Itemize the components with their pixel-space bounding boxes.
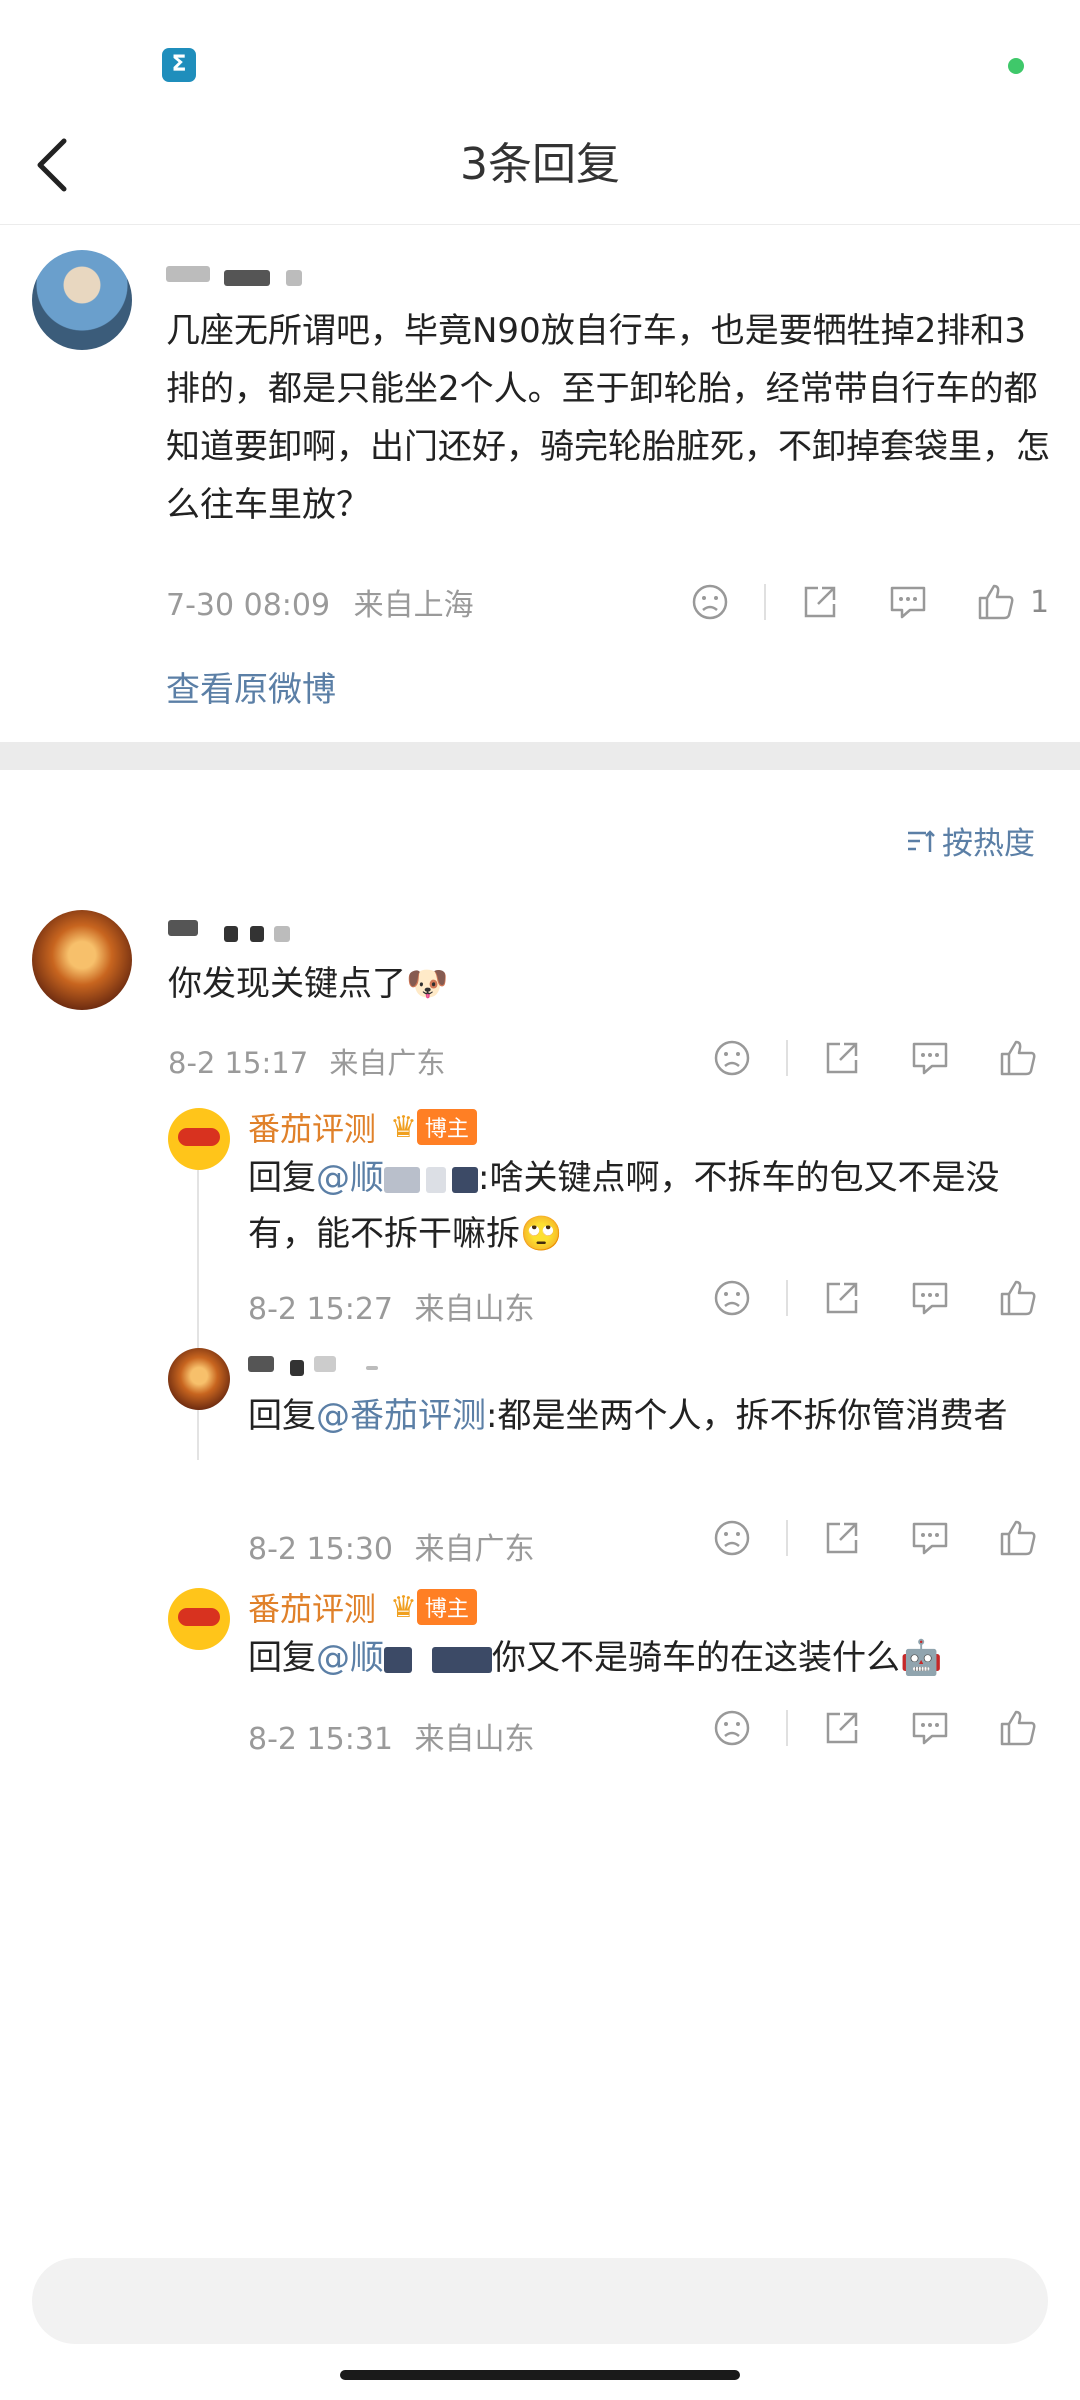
username[interactable] [166,262,306,288]
reply-text: 回复@顺 你又不是骑车的在这装什么🤖 [248,1638,943,1678]
dislike-icon[interactable] [712,1518,752,1558]
share-icon[interactable] [822,1708,862,1748]
reply-actions [712,1708,1038,1748]
like-icon[interactable] [998,1708,1038,1748]
comment-text: 你发现关键点了🐶 [168,964,449,1004]
like-icon[interactable] [998,1038,1038,1078]
reply-meta: 8-2 15:30 来自广东 [248,1532,535,1567]
crown-icon: ♛ [390,1109,417,1145]
comment-time: 8-2 15:17 [168,1046,309,1080]
status-dot [1008,58,1024,74]
separator [764,584,766,620]
comment-icon[interactable] [910,1518,950,1558]
avatar[interactable] [32,250,132,350]
share-icon[interactable] [822,1518,862,1558]
app-icon: Σ [162,48,196,82]
crown-icon: ♛ [390,1589,417,1625]
post-time: 7-30 08:09 [166,588,331,623]
like-icon[interactable] [998,1278,1038,1318]
divider [0,224,1080,225]
comment-icon[interactable] [910,1038,950,1078]
mention-link[interactable]: @顺 [316,1158,384,1198]
post-meta: 7-30 08:09 来自上海 [166,580,474,624]
emoji: 🙄 [520,1214,563,1254]
section-divider [0,742,1080,770]
doge-emoji: 🐶 [406,964,449,1004]
sort-icon [908,829,935,852]
reply-author[interactable]: 番茄评测 ♛ 博主 [248,1104,477,1150]
comment-icon[interactable] [888,582,928,622]
separator [786,1710,788,1746]
share-icon[interactable] [822,1278,862,1318]
post-actions: 1 [690,582,1049,622]
reply-actions [712,1278,1038,1318]
sort-toggle[interactable]: 按热度 [906,818,1035,863]
reply-meta: 8-2 15:27 来自山东 [248,1292,535,1327]
thread-line [197,1170,199,1460]
reply-author[interactable]: 番茄评测 ♛ 博主 [248,1584,477,1630]
redacted-name [426,1166,446,1193]
emoji: 🤖 [900,1638,943,1678]
separator [786,1280,788,1316]
blogger-badge: 博主 [416,1589,477,1625]
avatar[interactable] [168,1108,230,1170]
author-name: 番茄评测 [248,1590,377,1628]
redacted-name [432,1646,492,1673]
view-original-link[interactable]: 查看原微博 [166,662,336,711]
avatar[interactable] [168,1348,230,1410]
like-icon[interactable] [998,1518,1038,1558]
reply-text: 回复@番茄评测:都是坐两个人，拆不拆你管消费者 [248,1396,1008,1436]
home-indicator[interactable] [340,2370,740,2380]
dislike-icon[interactable] [712,1038,752,1078]
author-name: 番茄评测 [248,1110,377,1148]
separator [786,1040,788,1076]
comment-icon[interactable] [910,1278,950,1318]
redacted-name [384,1166,420,1193]
post-text: 几座无所谓吧，毕竟N90放自行车，也是要牺牲掉2排和3排的，都是只能坐2个人。至… [166,311,1050,525]
reply-text: 回复@顺:啥关键点啊，不拆车的包又不是没有，能不拆干嘛拆🙄 [248,1158,1000,1254]
comment-meta: 8-2 15:17 来自广东 [168,1040,445,1082]
sort-label: 按热度 [942,826,1035,862]
share-icon[interactable] [822,1038,862,1078]
avatar[interactable] [32,910,132,1010]
mention-link[interactable]: @顺 [316,1638,384,1678]
redacted-name [452,1166,478,1193]
username[interactable] [168,918,308,944]
separator [786,1520,788,1556]
redacted-name [384,1646,412,1673]
reply-meta: 8-2 15:31 来自山东 [248,1722,535,1757]
dislike-icon[interactable] [712,1278,752,1318]
mention-link[interactable]: @番茄评测 [316,1396,486,1436]
share-icon[interactable] [800,582,840,622]
reply-input[interactable] [32,2258,1048,2344]
avatar[interactable] [168,1588,230,1650]
post-location: 来自上海 [353,588,474,623]
dislike-icon[interactable] [712,1708,752,1748]
comment-actions [712,1038,1038,1078]
like-icon[interactable] [976,582,1016,622]
page-title: 3条回复 [460,139,620,190]
dislike-icon[interactable] [690,582,730,622]
blogger-badge: 博主 [416,1109,477,1145]
reply-actions [712,1518,1038,1558]
like-count: 1 [1030,584,1050,620]
username[interactable] [248,1354,388,1380]
comment-location: 来自广东 [329,1046,446,1080]
comment-icon[interactable] [910,1708,950,1748]
